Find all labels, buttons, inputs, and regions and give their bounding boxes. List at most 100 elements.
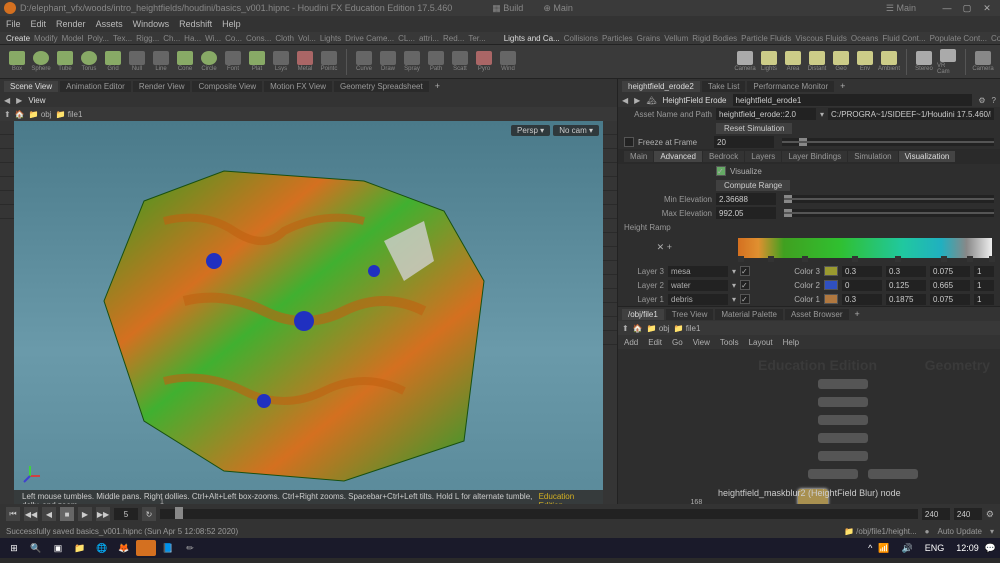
browser-icon[interactable]: 🦊 <box>114 540 134 556</box>
layer2-chk[interactable]: ✓ <box>740 280 750 290</box>
update-mode-dropdown[interactable]: Auto Update <box>938 527 982 536</box>
nav-up-icon[interactable]: ⬆ <box>622 324 629 333</box>
scope-dropdown[interactable]: Main <box>553 3 573 13</box>
display-opt-icon[interactable] <box>603 135 617 149</box>
camera-dropdown[interactable]: No cam ▾ <box>553 125 599 136</box>
max-elev-slider[interactable] <box>784 209 994 217</box>
tab-geo-spreadsheet[interactable]: Geometry Spreadsheet <box>334 81 429 92</box>
display-opt-icon[interactable] <box>603 233 617 247</box>
play-reverse-button[interactable]: ◀ <box>42 507 56 521</box>
shelf-tab[interactable]: Collisions <box>564 34 598 43</box>
tray-up-icon[interactable]: ^ <box>868 543 872 553</box>
net-menu-help[interactable]: Help <box>783 338 799 347</box>
nav-fwd-icon[interactable]: ▶ <box>16 96 22 105</box>
layer3-b[interactable]: 0.075 <box>930 266 970 277</box>
tool-grid[interactable]: Grid <box>102 49 124 75</box>
tab-scene-view[interactable]: Scene View <box>4 81 58 92</box>
layer3-color-swatch[interactable] <box>824 266 838 276</box>
shelf-tab[interactable]: Oceans <box>851 34 879 43</box>
visualize-checkbox[interactable]: ✓ <box>716 166 726 176</box>
height-ramp[interactable] <box>738 238 992 258</box>
layer2-color-swatch[interactable] <box>824 280 838 290</box>
menu-windows[interactable]: Windows <box>133 19 170 29</box>
explorer-icon[interactable]: 📁 <box>70 540 90 556</box>
tool-path[interactable]: Path <box>425 49 447 75</box>
network-node[interactable] <box>818 451 868 461</box>
layer2-name-field[interactable]: water <box>668 280 728 291</box>
shelf-tab[interactable]: Ter... <box>468 34 485 43</box>
net-breadcrumb-file1[interactable]: file1 <box>686 324 701 333</box>
display-opt-icon[interactable] <box>603 289 617 303</box>
scale-tool-icon[interactable] <box>0 177 14 191</box>
tool-distant[interactable]: Distant <box>806 49 828 75</box>
shelf-tab[interactable]: attri... <box>419 34 439 43</box>
shelf-tab[interactable]: CL... <box>398 34 415 43</box>
net-menu-add[interactable]: Add <box>624 338 638 347</box>
tool-env[interactable]: Env <box>854 49 876 75</box>
status-path[interactable]: /obj/file1/height... <box>856 527 916 536</box>
shelf-tab[interactable]: Lights and Ca... <box>504 34 560 43</box>
shelf-tab[interactable]: Cons... <box>246 34 271 43</box>
tool-gamepad[interactable]: Camera <box>972 49 994 75</box>
freeze-frame-field[interactable] <box>714 136 774 148</box>
tool-wind[interactable]: Wind <box>497 49 519 75</box>
brush-tool-icon[interactable] <box>0 205 14 219</box>
tab-network[interactable]: /obj/file1 <box>622 309 664 320</box>
net-menu-layout[interactable]: Layout <box>749 338 773 347</box>
shelf-tab[interactable]: Ch... <box>163 34 180 43</box>
max-elev-field[interactable] <box>716 207 776 219</box>
network-node[interactable] <box>808 469 858 479</box>
tool-sphere[interactable]: Sphere <box>30 49 52 75</box>
menu-help[interactable]: Help <box>222 19 241 29</box>
display-opt-icon[interactable] <box>603 317 617 331</box>
tool-stereo[interactable]: Stereo <box>913 49 935 75</box>
shelf-tab[interactable]: Particle Fluids <box>741 34 791 43</box>
tool-camera[interactable]: Camera <box>734 49 756 75</box>
layer1-g[interactable]: 0.1875 <box>886 294 926 305</box>
current-frame-field[interactable] <box>114 508 138 520</box>
network-node[interactable] <box>818 379 868 389</box>
play-button[interactable]: ▶ <box>78 507 92 521</box>
tab-parm-node[interactable]: heightfield_erode2 <box>622 81 700 92</box>
ramp-add-icon[interactable]: ✕ <box>657 242 665 252</box>
reset-simulation-button[interactable]: Reset Simulation <box>716 123 792 134</box>
shelf-tab[interactable]: Container Tools <box>991 34 1000 43</box>
nav-fwd-icon[interactable]: ▶ <box>634 96 640 105</box>
minimize-icon[interactable]: — <box>938 1 956 15</box>
start-button[interactable]: ⊞ <box>4 540 24 556</box>
layer3-a[interactable]: 1 <box>974 266 994 277</box>
global-end-field[interactable] <box>954 508 982 520</box>
shelf-tab[interactable]: Rigid Bodies <box>692 34 737 43</box>
end-frame-field[interactable] <box>922 508 950 520</box>
layer1-r[interactable]: 0.3 <box>842 294 882 305</box>
nav-back-icon[interactable]: ◀ <box>4 96 10 105</box>
net-menu-tools[interactable]: Tools <box>720 338 739 347</box>
help-icon[interactable]: ? <box>992 96 996 105</box>
display-opt-icon[interactable] <box>603 149 617 163</box>
first-frame-button[interactable]: ⏮ <box>6 507 20 521</box>
layer2-g[interactable]: 0.125 <box>886 280 926 291</box>
freeze-slider[interactable] <box>782 138 994 146</box>
menu-file[interactable]: File <box>6 19 21 29</box>
menu-redshift[interactable]: Redshift <box>179 19 212 29</box>
shelf-tab[interactable]: Red... <box>443 34 464 43</box>
shelf-tab[interactable]: Create <box>6 34 30 43</box>
layer1-name-field[interactable]: debris <box>668 294 728 305</box>
shelf-tab[interactable]: Ha... <box>184 34 201 43</box>
display-opt-icon[interactable] <box>603 331 617 345</box>
tab-composite-view[interactable]: Composite View <box>192 81 262 92</box>
ramp-add-icon[interactable]: + <box>667 242 672 252</box>
tool-vrcam[interactable]: VR Cam <box>937 49 959 75</box>
asset-path-field[interactable] <box>828 108 994 120</box>
net-menu-view[interactable]: View <box>693 338 710 347</box>
shelf-tab[interactable]: Grains <box>637 34 661 43</box>
net-breadcrumb-obj[interactable]: obj <box>659 324 670 333</box>
realtime-toggle[interactable]: ↻ <box>142 507 156 521</box>
shelf-tab[interactable]: Modify <box>34 34 58 43</box>
tab-perfmon[interactable]: Performance Monitor <box>747 81 834 92</box>
asset-name-field[interactable] <box>716 108 816 120</box>
layer3-r[interactable]: 0.3 <box>842 266 882 277</box>
network-node[interactable] <box>818 433 868 443</box>
tool-scatter[interactable]: Scatt <box>449 49 471 75</box>
shelf-tab[interactable]: Cloth <box>275 34 294 43</box>
